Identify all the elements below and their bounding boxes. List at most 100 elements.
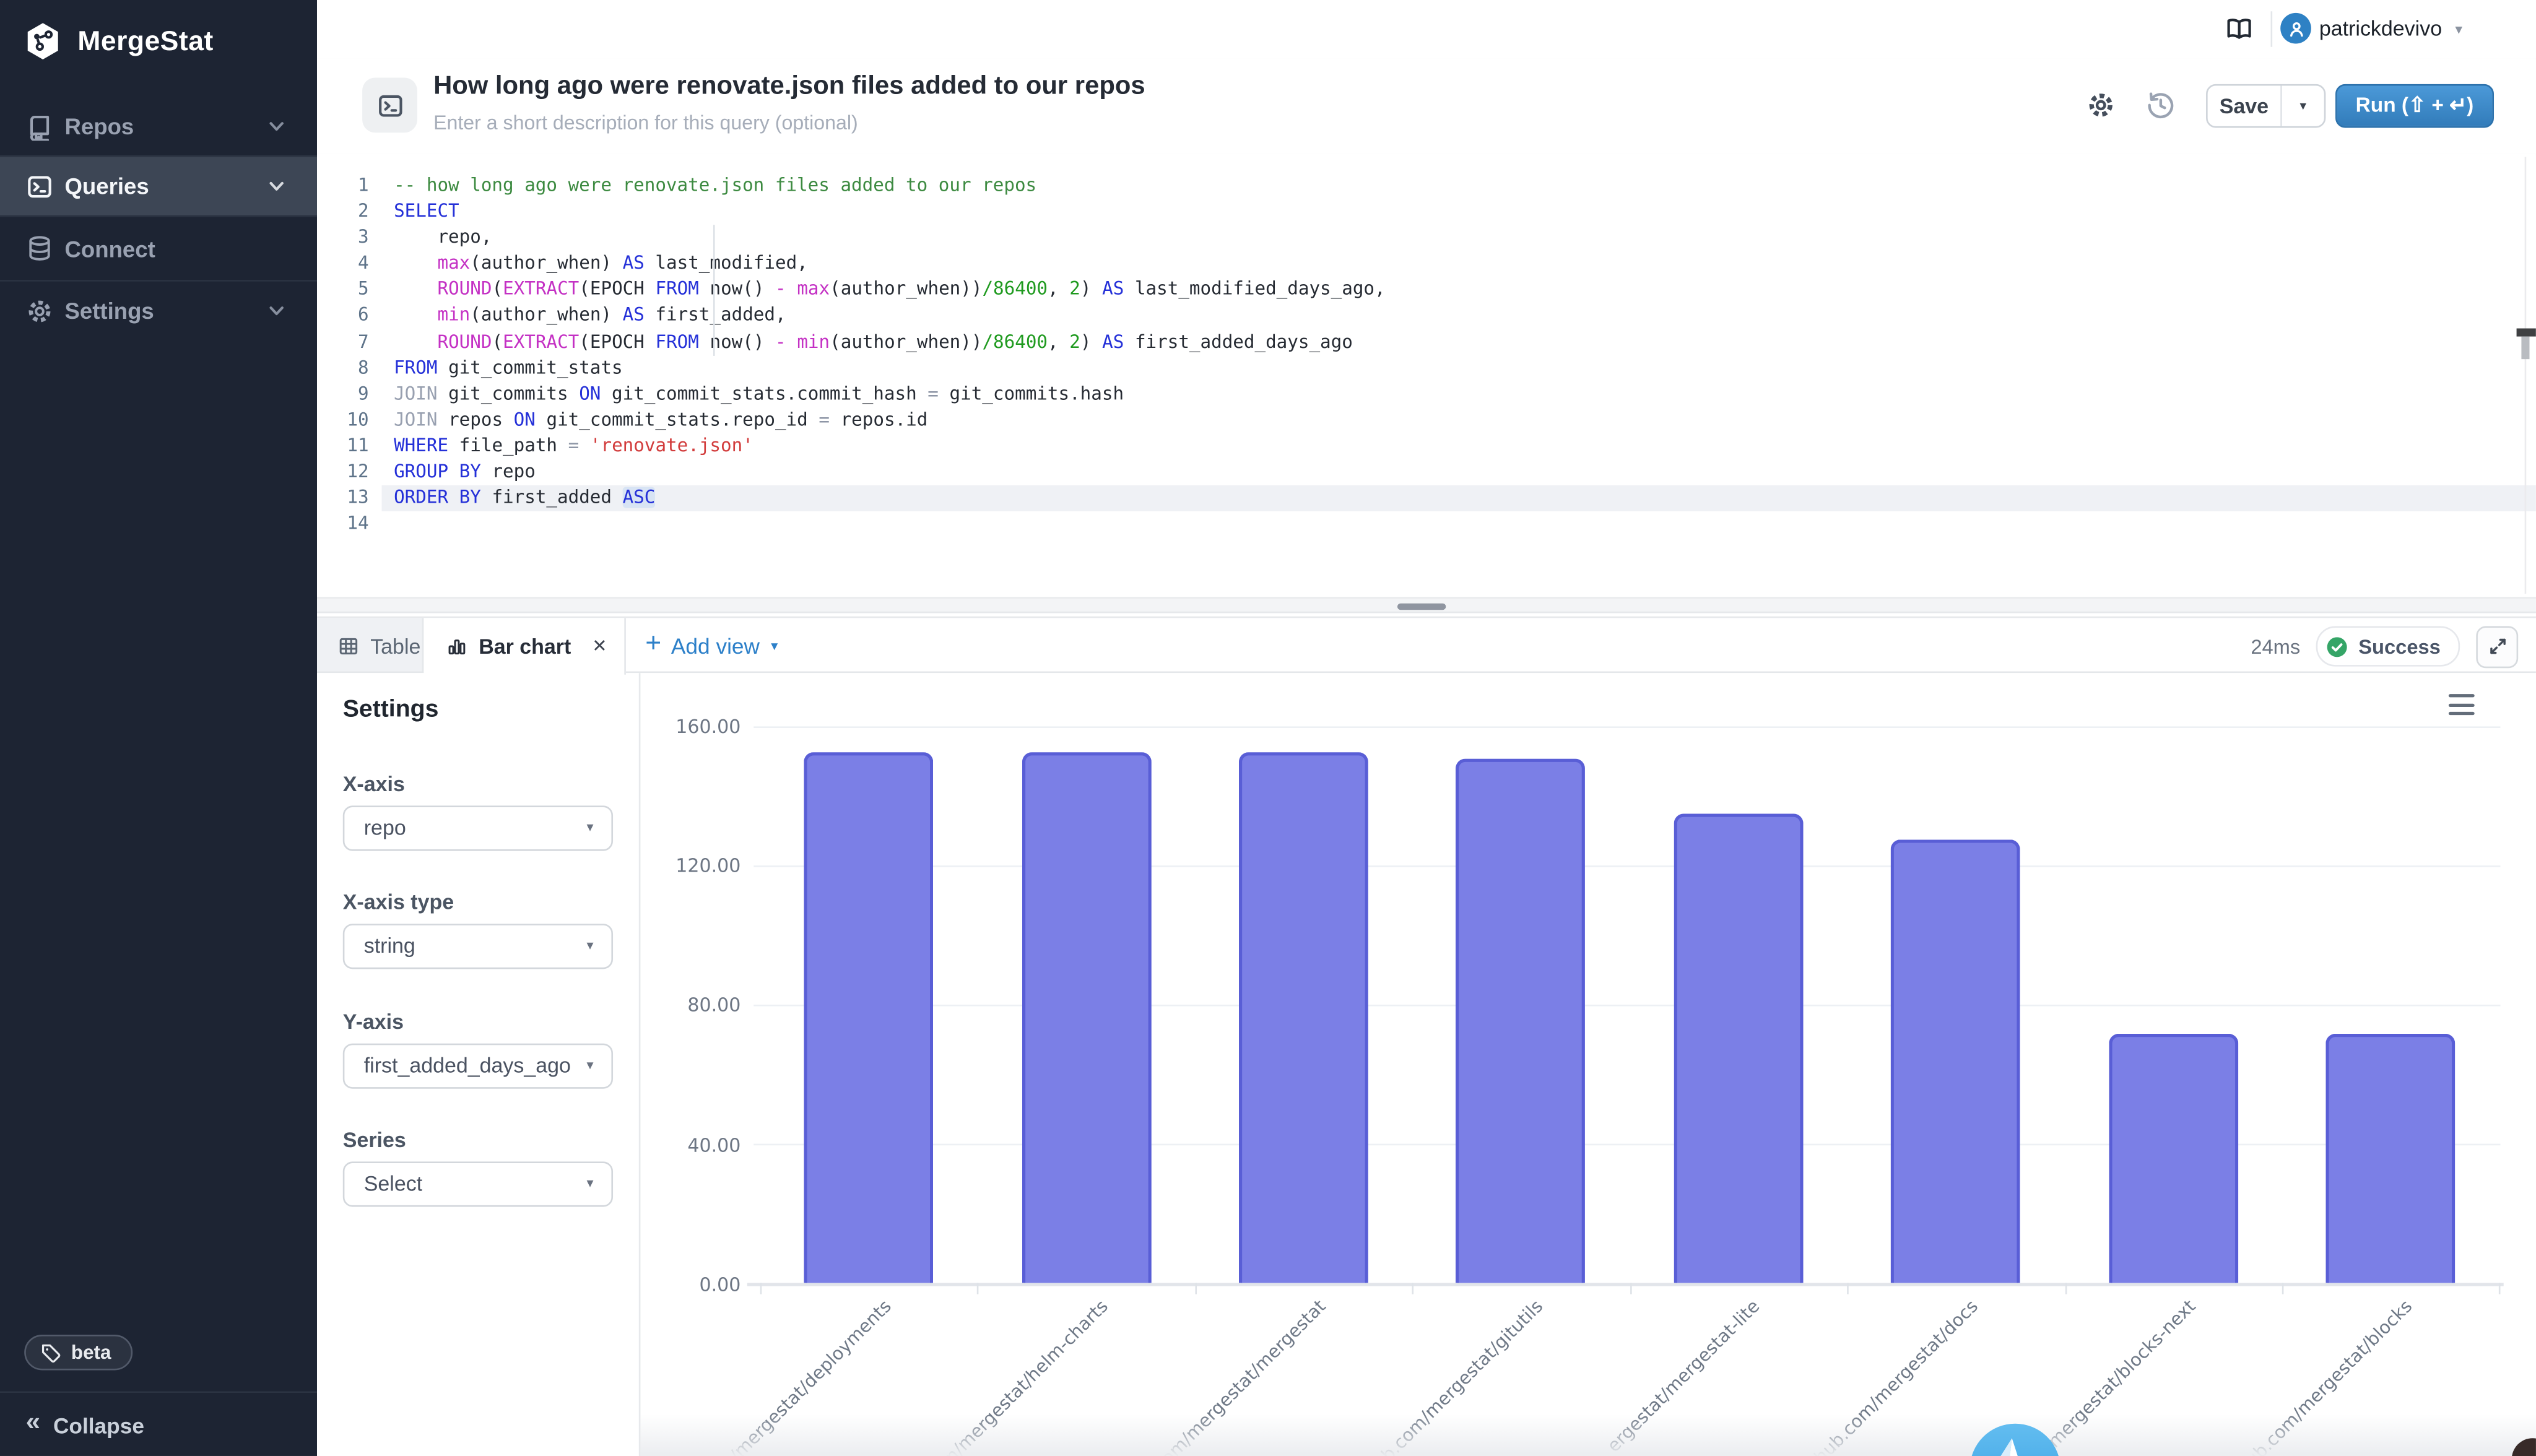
sidebar-item-repos[interactable]: Repos	[0, 97, 317, 155]
sidebar-item-label: Queries	[64, 173, 149, 199]
field-label-series: Series	[343, 1127, 406, 1151]
x-axis-label: ub.com/mergestat/gitutils	[1370, 1296, 1547, 1456]
bar-chart-icon	[446, 636, 467, 657]
run-button[interactable]: Run (⇧ + ↵)	[2335, 84, 2494, 128]
dropdown-caret-icon: ▾	[586, 1175, 593, 1193]
bar-om/mergestat/mergestat[interactable]	[1239, 752, 1368, 1283]
query-header: How long ago were renovate.json files ad…	[317, 58, 2536, 155]
x-axis-select[interactable]: repo▾	[343, 805, 613, 850]
bar-ergestat/mergestat-lite[interactable]	[1674, 815, 1803, 1284]
expand-results-button[interactable]	[2476, 625, 2518, 667]
code-line-10[interactable]: JOIN repos ON git_commit_stats.repo_id =…	[381, 407, 2535, 433]
tag-icon	[40, 1342, 61, 1363]
x-axis-tick	[760, 1283, 762, 1294]
field-label-y-axis: Y-axis	[343, 1010, 404, 1034]
query-description-placeholder[interactable]: Enter a short description for this query…	[433, 111, 858, 134]
query-settings-gear-icon[interactable]	[2087, 90, 2116, 119]
code-line-8[interactable]: FROM git_commit_stats	[381, 355, 2535, 381]
save-button[interactable]: Save ▾	[2206, 84, 2325, 128]
sidebar-item-settings[interactable]: Settings	[0, 280, 317, 340]
bar-chart-canvas: 160.00120.0080.0040.000.00/mergestat/dep…	[640, 673, 2535, 1456]
mergestat-logo-icon	[23, 21, 63, 61]
sidebar-item-label: Repos	[64, 113, 134, 139]
terminal-icon	[26, 172, 53, 199]
pane-resizer[interactable]	[317, 597, 2536, 612]
code-line-1[interactable]: -- how long ago were renovate.json files…	[381, 173, 2535, 199]
editor-code[interactable]: -- how long ago were renovate.json files…	[317, 173, 2536, 538]
sql-editor[interactable]: 1234567891011121314 -- how long ago were…	[317, 154, 2536, 597]
add-view-button[interactable]: + Add view ▾	[645, 618, 778, 673]
editor-scrollbar-thumb[interactable]	[2521, 336, 2529, 358]
x-axis-tick	[2499, 1283, 2501, 1294]
dropdown-caret-icon: ▾	[586, 1057, 593, 1075]
y-axis-value: first_added_days_ago	[364, 1054, 571, 1078]
code-line-4[interactable]: max(author_when) AS last_modified,	[381, 251, 2535, 277]
code-line-9[interactable]: JOIN git_commits ON git_commit_stats.com…	[381, 381, 2535, 407]
y-axis-tick-label: 120.00	[640, 854, 740, 877]
x-axis-label: ergestat/mergestat-lite	[1604, 1296, 1765, 1456]
code-line-5[interactable]: ROUND(EXTRACT(EPOCH FROM now() - max(aut…	[381, 277, 2535, 303]
bar-/mergestat/deployments[interactable]	[804, 752, 934, 1284]
status-badge: Success	[2316, 626, 2460, 666]
tab-bar-chart[interactable]: Bar chart ✕	[423, 618, 626, 674]
chat-widget-button[interactable]	[1969, 1424, 2059, 1456]
mergestat-logo[interactable]: MergeStat	[23, 21, 214, 61]
bar-ub.com/mergestat/blocks[interactable]	[2326, 1034, 2456, 1284]
expand-icon	[2486, 636, 2508, 657]
topbar-divider	[2271, 11, 2273, 46]
tab-table[interactable]: Table	[317, 618, 423, 673]
x-axis-tick	[2282, 1283, 2284, 1294]
close-tab-icon[interactable]: ✕	[592, 636, 607, 657]
top-bar: patrickdevivo ▾	[317, 0, 2536, 60]
collapse-icon: «	[26, 1409, 40, 1438]
bar-m/mergestat/blocks-next[interactable]	[2109, 1034, 2238, 1283]
sidebar-item-connect[interactable]: Connect	[0, 217, 317, 280]
y-axis-select[interactable]: first_added_days_ago ▾	[343, 1044, 613, 1088]
docs-book-icon[interactable]	[2225, 16, 2252, 42]
chevron-down-icon	[265, 115, 288, 138]
series-select[interactable]: Select▾	[343, 1161, 613, 1206]
user-menu-caret-icon[interactable]: ▾	[2455, 21, 2462, 39]
code-line-12[interactable]: GROUP BY repo	[381, 459, 2535, 485]
resizer-grip-handle[interactable]	[1397, 602, 1446, 610]
code-line-6[interactable]: min(author_when) AS first_added,	[381, 303, 2535, 329]
avatar[interactable]	[2280, 13, 2311, 44]
sidebar-item-queries[interactable]: Queries	[0, 155, 317, 217]
bar-ub.com/mergestat/gitutils[interactable]	[1456, 758, 1586, 1283]
bar-m/mergestat/helm-charts[interactable]	[1022, 752, 1151, 1284]
chart-settings-panel: Settings X-axisrepo▾X-axis typestring▾Y-…	[317, 673, 640, 1456]
code-line-7[interactable]: ROUND(EXTRACT(EPOCH FROM now() - min(aut…	[381, 329, 2535, 355]
x-axis-line	[747, 1283, 2504, 1286]
query-status-cluster: 24ms Success	[2251, 618, 2518, 674]
x-axis-type-value: string	[364, 934, 415, 958]
gridline	[753, 1144, 2500, 1146]
chat-sail-icon	[1969, 1424, 2059, 1456]
code-line-11[interactable]: WHERE file_path = 'renovate.json'	[381, 433, 2535, 459]
beta-badge: beta	[24, 1335, 132, 1370]
username[interactable]: patrickdevivo	[2319, 16, 2442, 40]
code-line-2[interactable]: SELECT	[381, 199, 2535, 225]
check-circle-icon	[2326, 635, 2349, 658]
query-title[interactable]: How long ago were renovate.json files ad…	[433, 73, 1145, 102]
x-axis-type-select[interactable]: string▾	[343, 924, 613, 968]
editor-scrollbar-track	[2525, 157, 2527, 594]
results-pane: Settings X-axisrepo▾X-axis typestring▾Y-…	[317, 673, 2536, 1456]
code-line-14[interactable]	[381, 511, 2535, 537]
chart-context-menu-icon[interactable]	[2449, 694, 2475, 715]
x-axis-tick	[1412, 1283, 1414, 1294]
x-axis-tick	[2065, 1283, 2067, 1294]
code-line-3[interactable]: repo,	[381, 225, 2535, 251]
code-line-13[interactable]: ORDER BY first_added ASC	[381, 485, 2535, 511]
table-icon	[338, 635, 359, 656]
settings-heading: Settings	[343, 696, 439, 723]
x-axis-tick	[1630, 1283, 1631, 1294]
collapse-button[interactable]: « Collapse	[0, 1391, 317, 1456]
x-axis-label: hub.com/mergestat/docs	[1810, 1296, 1982, 1456]
bar-hub.com/mergestat/docs[interactable]	[1891, 839, 2021, 1283]
app-window: MergeStat ReposQueriesConnectSettings be…	[0, 0, 2536, 1456]
query-history-icon[interactable]	[2146, 90, 2175, 119]
query-terminal-icon	[362, 77, 417, 132]
plus-icon: +	[645, 628, 661, 660]
save-dropdown-caret-icon[interactable]: ▾	[2280, 85, 2324, 125]
y-axis-tick-label: 40.00	[640, 1133, 740, 1156]
